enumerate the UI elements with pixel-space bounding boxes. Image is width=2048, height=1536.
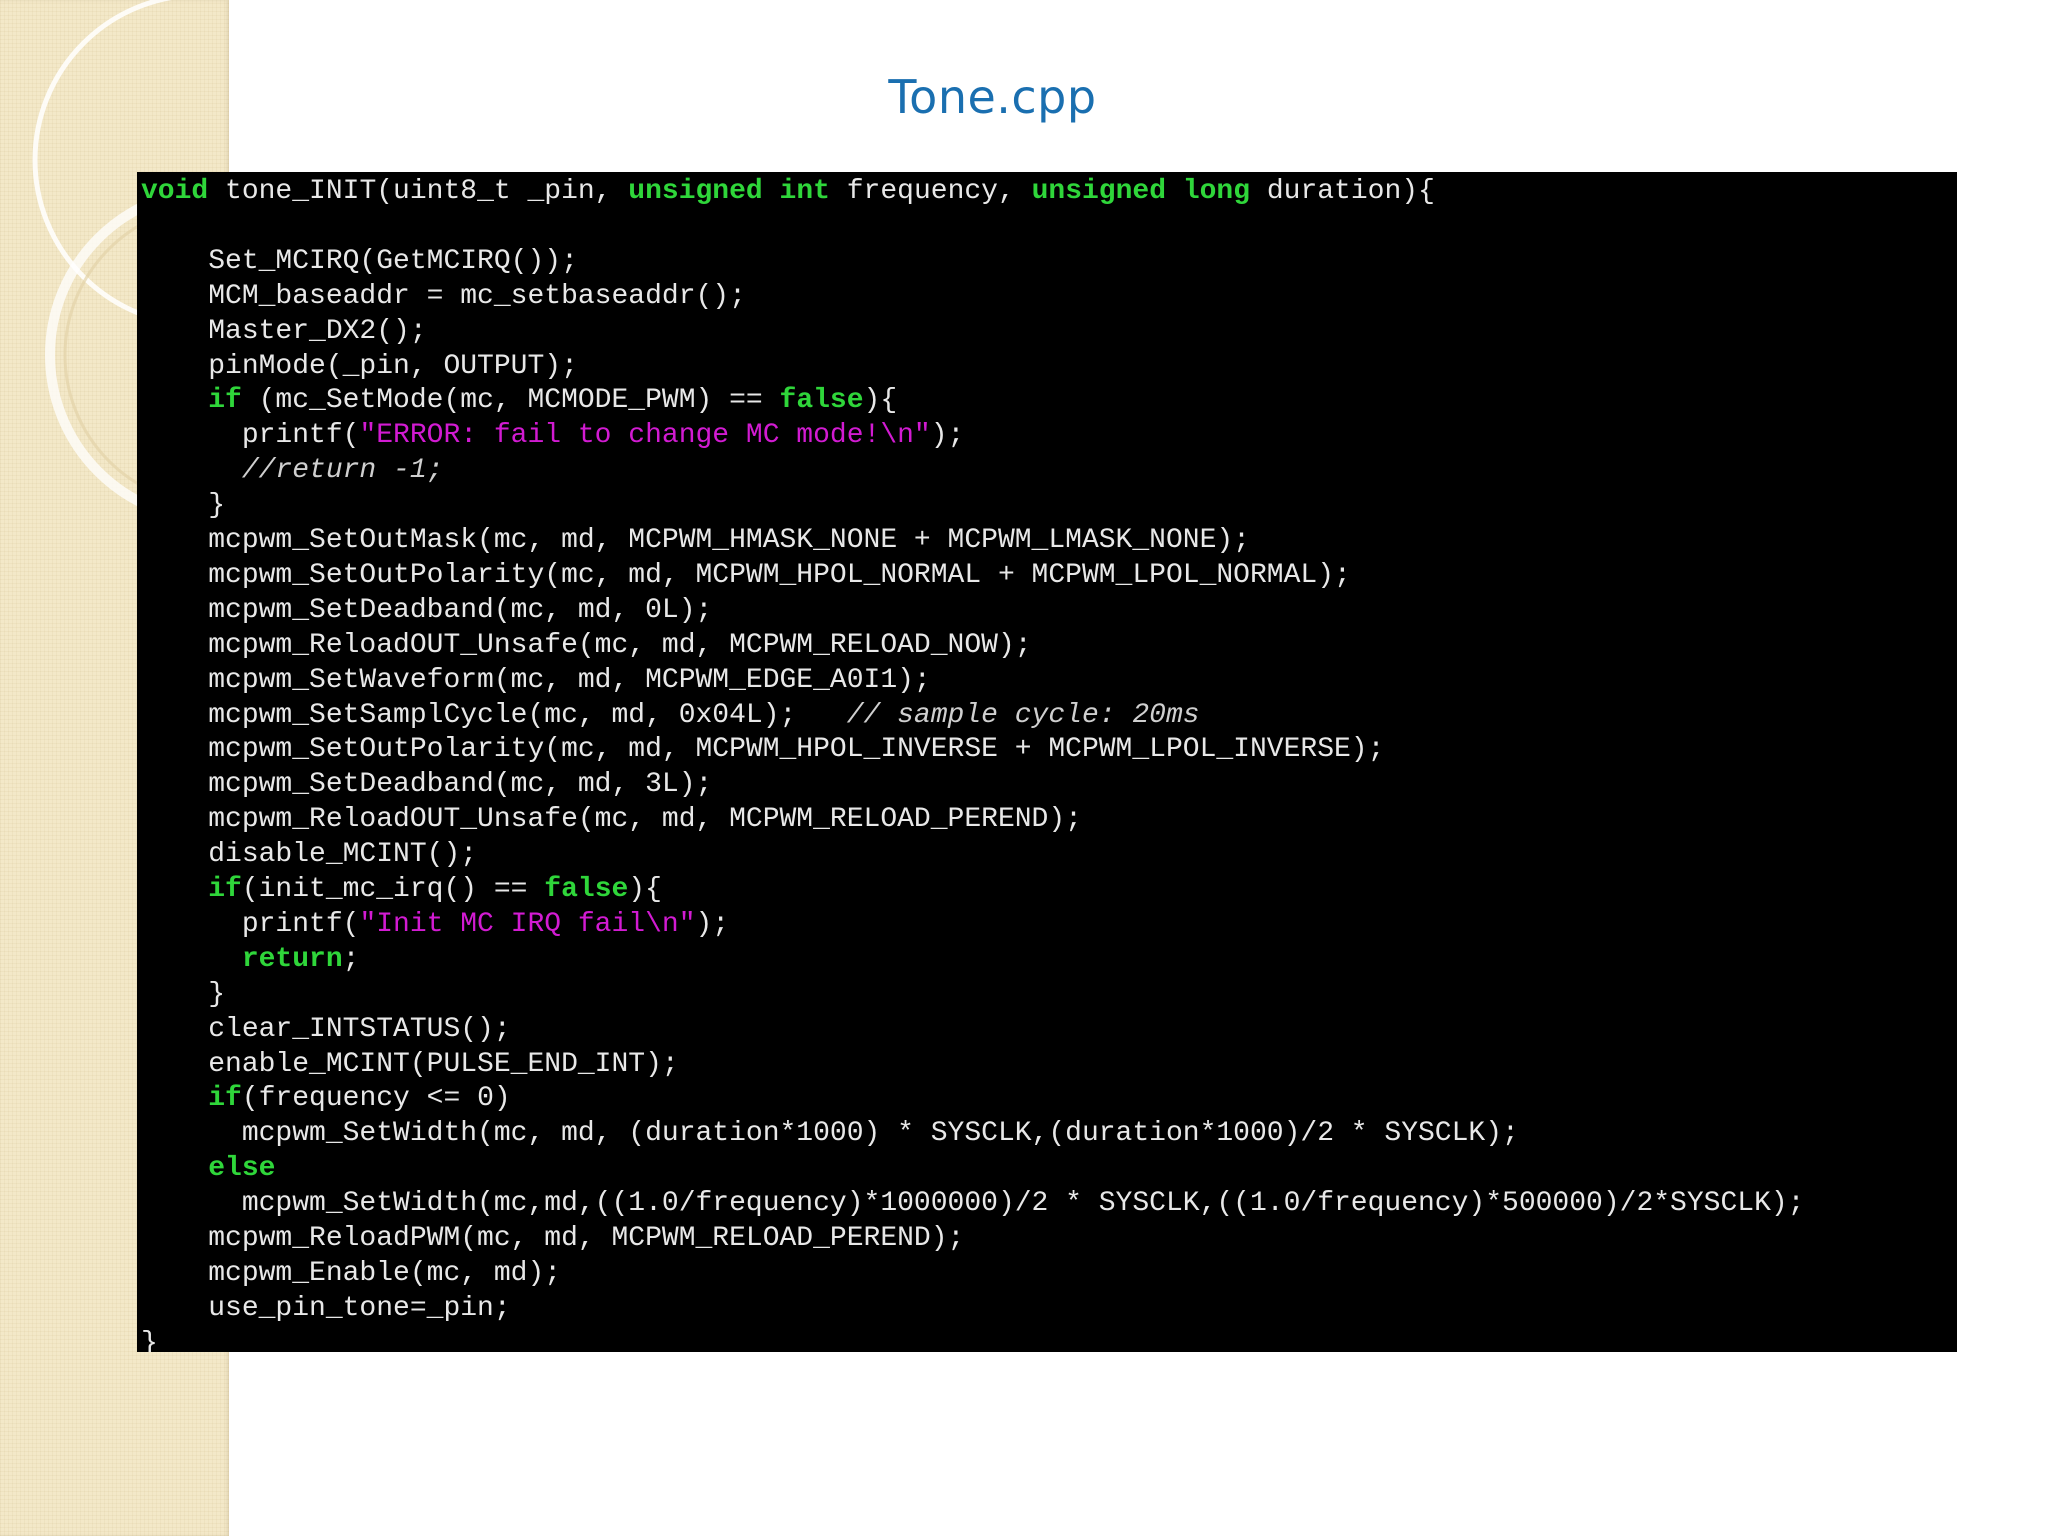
slide-title: Tone.cpp (888, 70, 1097, 124)
code-text: mcpwm_ReloadOUT_Unsafe(mc, md, MCPWM_REL… (141, 629, 1032, 661)
code-text: ); (695, 908, 730, 940)
code-line: Master_DX2(); (141, 314, 427, 349)
code-keyword: if (208, 385, 242, 417)
code-line: } (141, 1326, 158, 1352)
code-text: mcpwm_SetDeadband(mc, md, 3L); (141, 769, 713, 801)
code-text: ){ (628, 874, 662, 905)
code-text: clear_INTSTATUS(); (141, 1013, 511, 1045)
code-text: printf( (141, 908, 360, 940)
code-keyword: long (1182, 176, 1251, 207)
code-line: } (141, 488, 225, 523)
code-keyword: void (141, 176, 209, 207)
code-line: pinMode(_pin, OUTPUT); (141, 349, 578, 384)
code-text: Set_MCIRQ(GetMCIRQ()); (141, 245, 578, 277)
code-line: mcpwm_Enable(mc, md); (141, 1256, 561, 1291)
code-line: } (141, 977, 225, 1012)
code-text: ; (342, 943, 360, 975)
code-line: mcpwm_ReloadOUT_Unsafe(mc, md, MCPWM_REL… (141, 802, 1082, 837)
code-text: duration){ (1250, 176, 1435, 207)
code-comment: //return -1; (141, 455, 444, 487)
code-line: MCM_baseaddr = mc_setbaseaddr(); (141, 279, 746, 314)
code-keyword: unsigned (1031, 176, 1167, 207)
code-text: use_pin_tone=_pin; (141, 1292, 511, 1324)
code-text: mcpwm_SetOutMask(mc, md, MCPWM_HMASK_NON… (141, 525, 1250, 556)
code-keyword: unsigned (628, 176, 763, 207)
code-line: enable_MCINT(PULSE_END_INT); (141, 1047, 679, 1082)
code-text: } (141, 978, 226, 1010)
code-text: } (141, 1327, 158, 1352)
code-text: ); (930, 420, 965, 452)
code-line: mcpwm_SetSamplCycle(mc, md, 0x04L); // s… (141, 698, 1200, 733)
code-line: mcpwm_SetDeadband(mc, md, 0L); (141, 593, 712, 628)
code-comment: // sample cycle: 20ms (846, 699, 1200, 731)
code-keyword: false (544, 874, 629, 905)
code-line: Set_MCIRQ(GetMCIRQ()); (141, 244, 578, 279)
code-line: use_pin_tone=_pin; (141, 1291, 511, 1326)
code-text: MCM_baseaddr = mc_setbaseaddr(); (141, 280, 746, 312)
code-text: (init_mc_irq() == (241, 874, 545, 905)
code-line: mcpwm_ReloadPWM(mc, md, MCPWM_RELOAD_PER… (141, 1221, 964, 1256)
code-line: mcpwm_SetOutPolarity(mc, md, MCPWM_HPOL_… (141, 732, 1384, 767)
code-keyword: if (208, 874, 242, 905)
code-text: mcpwm_SetWidth(mc, md, (duration*1000) *… (141, 1118, 1519, 1150)
code-text: (frequency <= 0) (241, 1083, 511, 1115)
code-line: void tone_INIT(uint8_t _pin, unsigned in… (141, 174, 1435, 209)
code-line: mcpwm_SetOutMask(mc, md, MCPWM_HMASK_NON… (141, 523, 1250, 558)
code-line: else (141, 1151, 275, 1186)
code-line: mcpwm_ReloadOUT_Unsafe(mc, md, MCPWM_REL… (141, 628, 1032, 663)
code-line: if(init_mc_irq() == false){ (141, 872, 662, 907)
code-line: mcpwm_SetOutPolarity(mc, md, MCPWM_HPOL_… (141, 558, 1351, 593)
code-keyword: int (779, 176, 830, 207)
code-text: (mc_SetMode(mc, MCMODE_PWM) == (241, 385, 780, 417)
code-text: mcpwm_ReloadPWM(mc, md, MCPWM_RELOAD_PER… (141, 1223, 965, 1254)
code-text: ){ (863, 385, 898, 417)
code-text: mcpwm_ReloadOUT_Unsafe(mc, md, MCPWM_REL… (141, 804, 1082, 836)
code-line: disable_MCINT(); (141, 837, 477, 872)
code-text: tone_INIT(uint8_t _pin, (208, 176, 629, 207)
code-line: mcpwm_SetDeadband(mc, md, 3L); (141, 767, 712, 802)
code-line: mcpwm_SetWaveform(mc, md, MCPWM_EDGE_A0I… (141, 663, 931, 698)
code-keyword: if (208, 1083, 242, 1115)
code-keyword: false (779, 385, 864, 417)
code-text: frequency, (829, 176, 1032, 207)
code-string: "Init MC IRQ fail\n" (359, 908, 696, 940)
code-keyword: else (208, 1153, 276, 1185)
code-text: mcpwm_Enable(mc, md); (141, 1257, 562, 1289)
code-string: "ERROR: fail to change MC mode!\n" (359, 420, 931, 452)
code-text: mcpwm_SetWaveform(mc, md, MCPWM_EDGE_A0I… (141, 664, 931, 696)
code-text: mcpwm_SetWidth(mc,md,((1.0/frequency)*10… (141, 1188, 1805, 1220)
code-text: enable_MCINT(PULSE_END_INT); (141, 1048, 679, 1080)
code-text: disable_MCINT(); (141, 839, 478, 871)
code-block: void tone_INIT(uint8_t _pin, unsigned in… (137, 172, 1957, 1352)
code-line: mcpwm_SetWidth(mc,md,((1.0/frequency)*10… (141, 1186, 1805, 1221)
code-line: return; (141, 942, 360, 977)
code-text: mcpwm_SetDeadband(mc, md, 0L); (141, 594, 713, 626)
code-text: } (141, 490, 226, 522)
code-text: printf( (141, 420, 360, 452)
code-line: printf("Init MC IRQ fail\n"); (141, 907, 729, 942)
code-line: clear_INTSTATUS(); (141, 1012, 511, 1047)
code-line: mcpwm_SetWidth(mc, md, (duration*1000) *… (141, 1116, 1519, 1151)
code-keyword: return (241, 943, 343, 975)
code-text: mcpwm_SetOutPolarity(mc, md, MCPWM_HPOL_… (141, 559, 1351, 591)
code-text: pinMode(_pin, OUTPUT); (141, 350, 578, 382)
code-text: mcpwm_SetSamplCycle(mc, md, 0x04L); (141, 699, 847, 731)
code-text: mcpwm_SetOutPolarity(mc, md, MCPWM_HPOL_… (141, 734, 1385, 766)
code-line: //return -1; (141, 453, 444, 488)
code-line: if(frequency <= 0) (141, 1081, 511, 1116)
code-line: printf("ERROR: fail to change MC mode!\n… (141, 418, 965, 453)
code-text: Master_DX2(); (141, 315, 427, 347)
code-line: if (mc_SetMode(mc, MCMODE_PWM) == false)… (141, 383, 897, 418)
